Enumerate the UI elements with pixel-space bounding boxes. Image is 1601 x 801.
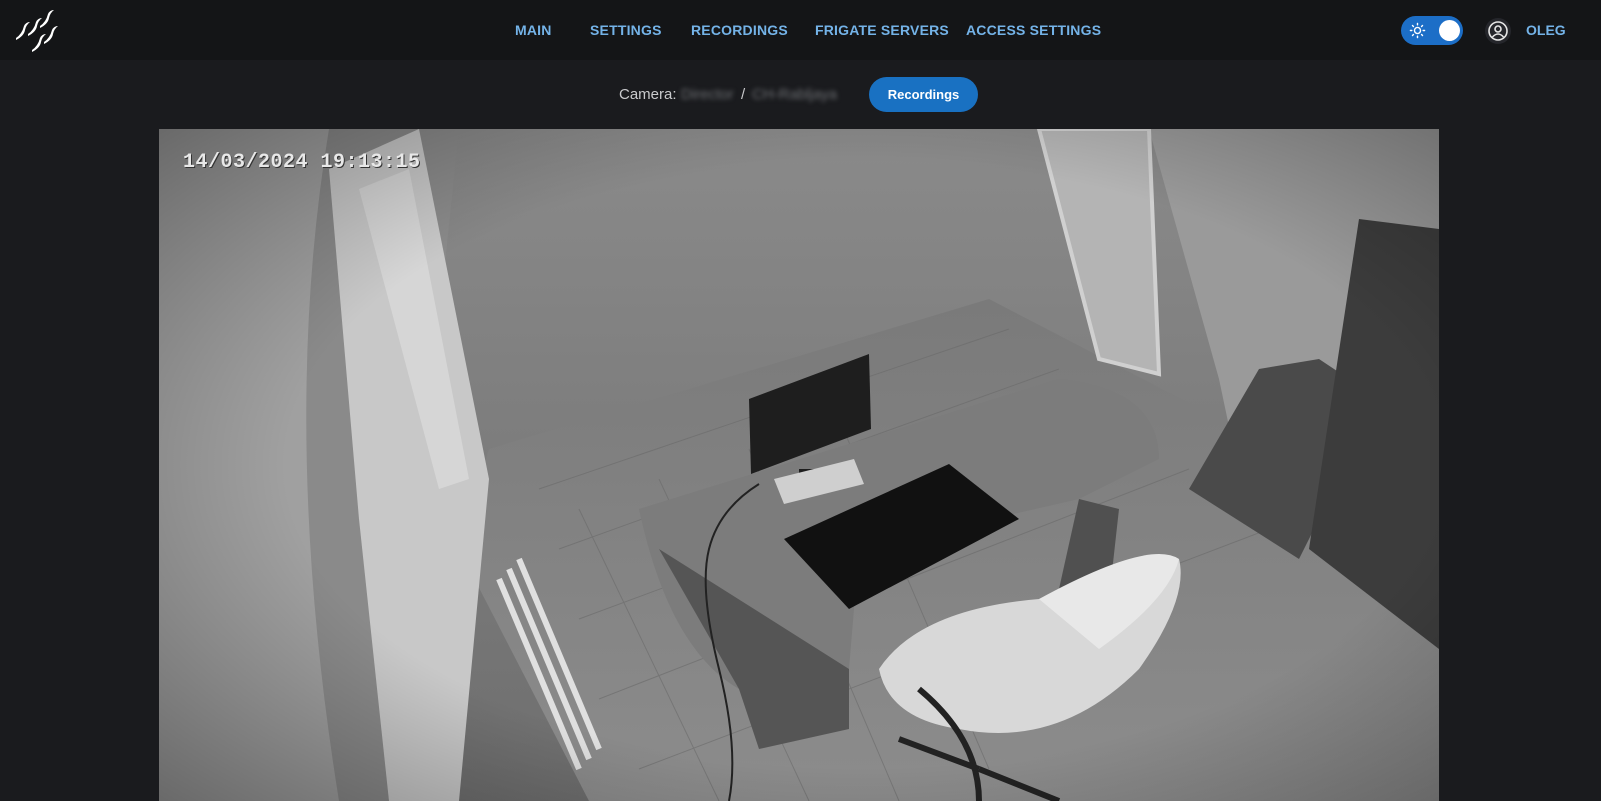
- camera-frame-image: [159, 129, 1439, 801]
- toggle-knob: [1439, 20, 1460, 41]
- nav-item-settings[interactable]: SETTINGS: [590, 22, 662, 38]
- camera-separator: /: [741, 86, 746, 103]
- camera-name: CH-Rabljaya: [752, 86, 838, 103]
- theme-toggle[interactable]: [1401, 16, 1463, 45]
- camera-label: Camera:: [619, 86, 677, 103]
- camera-video-feed[interactable]: 14/03/2024 19:13:15: [159, 129, 1439, 801]
- main-nav: MAIN SETTINGS RECORDINGS FRIGATE SERVERS…: [0, 0, 1601, 60]
- nav-item-recordings[interactable]: RECORDINGS: [691, 22, 788, 38]
- user-avatar-icon[interactable]: [1484, 17, 1512, 45]
- nav-item-main[interactable]: MAIN: [515, 22, 552, 38]
- video-timestamp: 14/03/2024 19:13:15: [183, 151, 421, 174]
- camera-host: Director: [681, 86, 734, 103]
- nav-item-frigate-servers[interactable]: FRIGATE SERVERS: [815, 22, 949, 38]
- top-navbar: MAIN SETTINGS RECORDINGS FRIGATE SERVERS…: [0, 0, 1601, 60]
- camera-header: Camera: Director / CH-Rabljaya Recording…: [0, 60, 1601, 126]
- nav-item-access-settings[interactable]: ACCESS SETTINGS: [966, 22, 1101, 38]
- sun-icon: [1409, 22, 1426, 39]
- user-name[interactable]: OLEG: [1526, 22, 1566, 38]
- recordings-button[interactable]: Recordings: [869, 77, 978, 112]
